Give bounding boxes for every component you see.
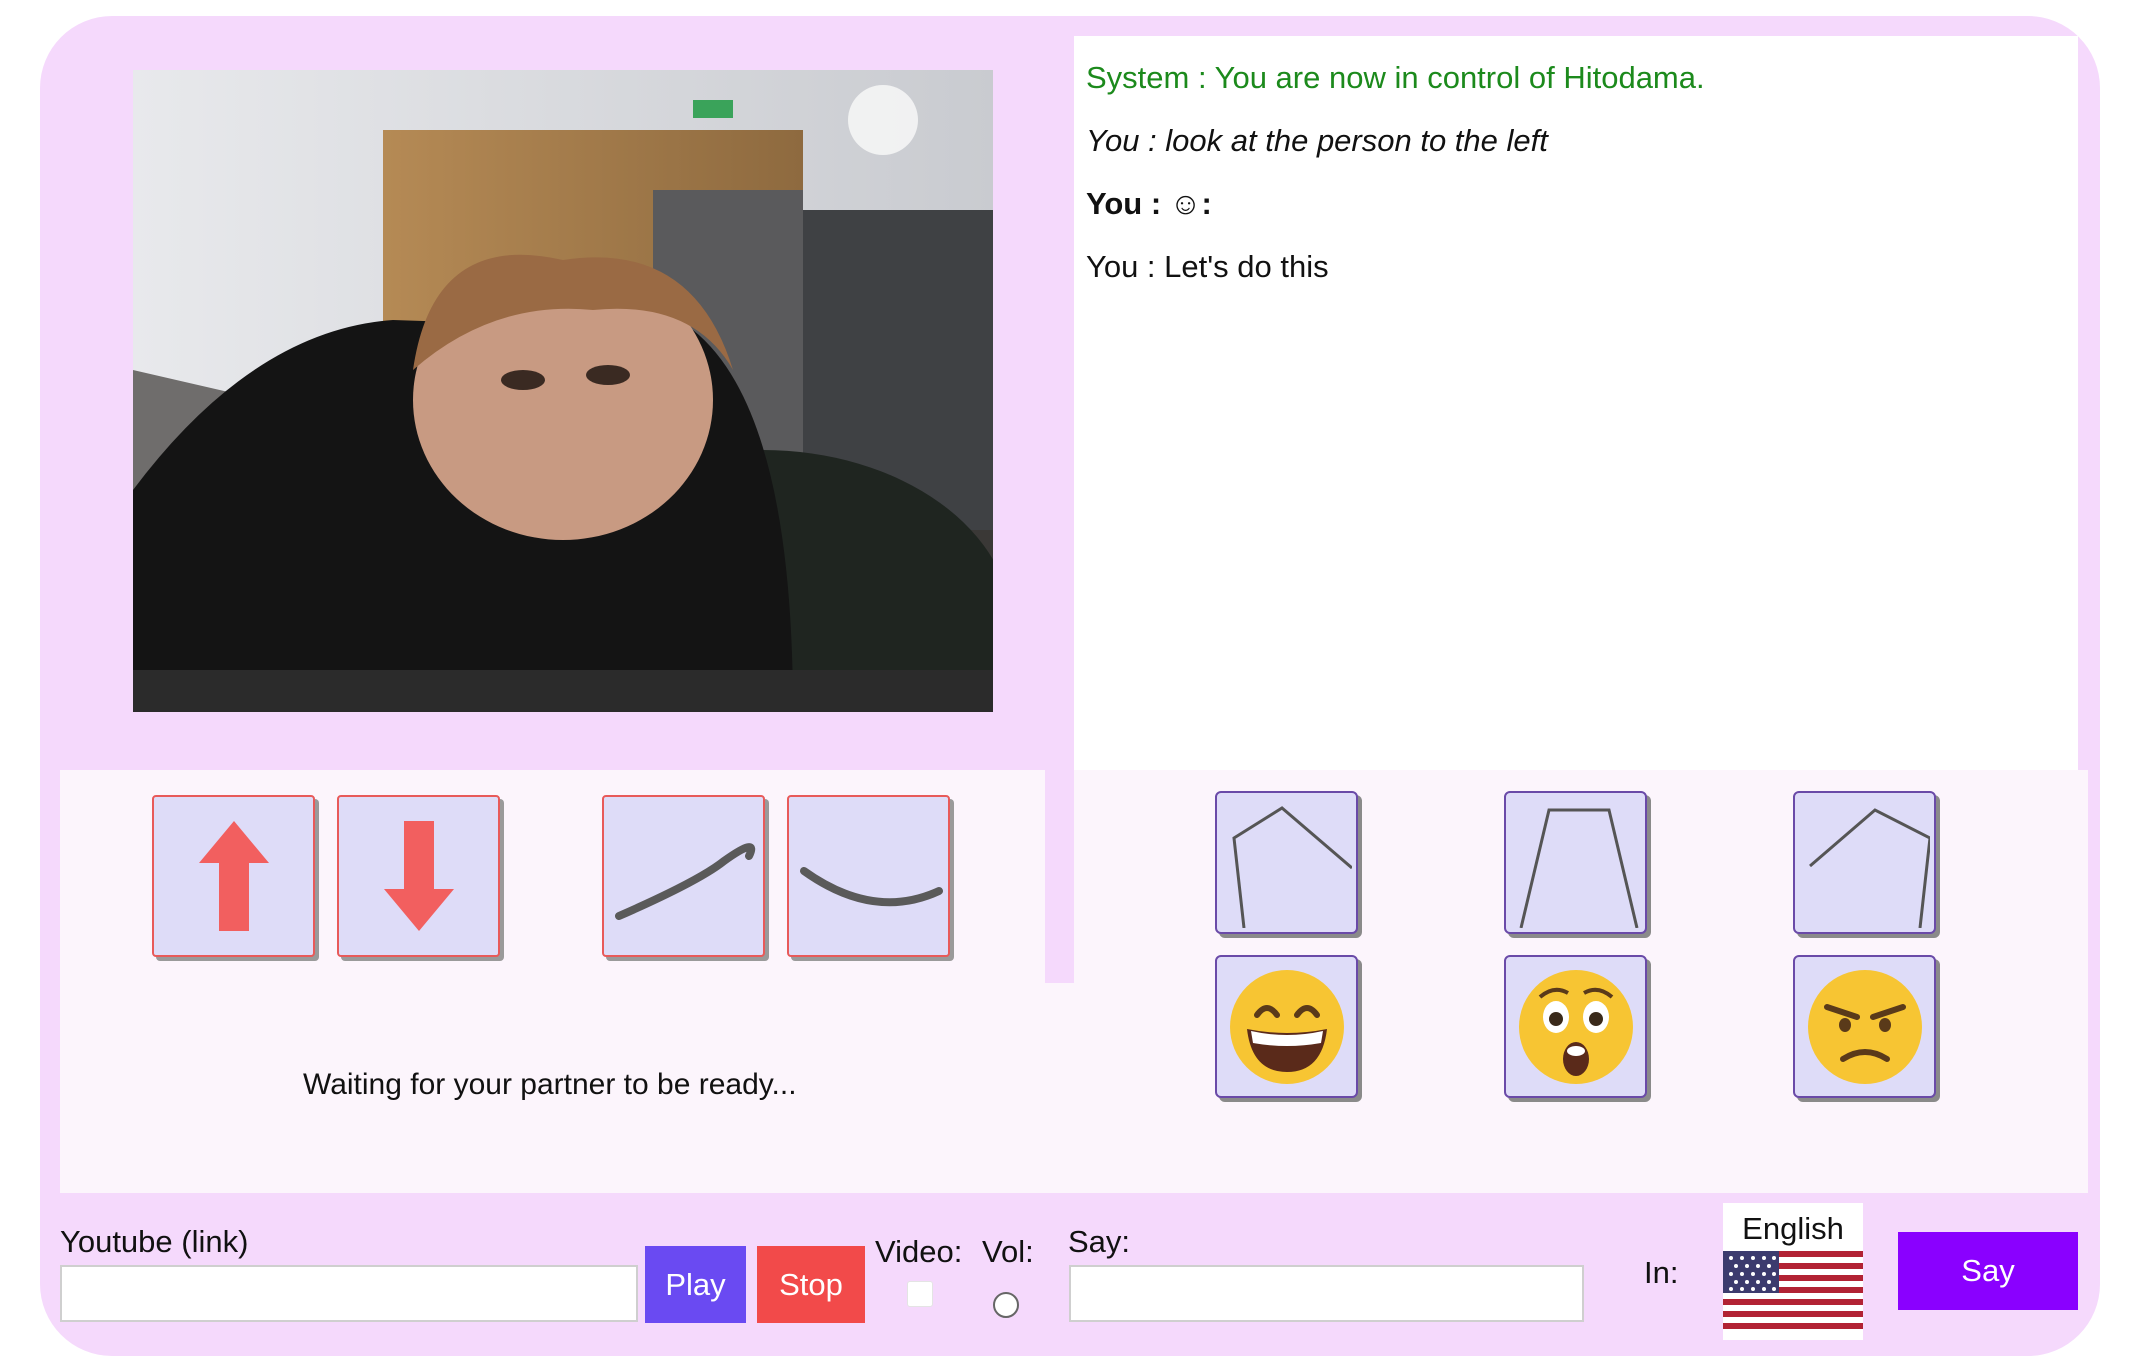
pose-center-button[interactable] <box>1504 791 1647 934</box>
chat-message: You : Let's do this <box>1086 249 1329 284</box>
youtube-link-input[interactable] <box>60 1265 638 1322</box>
youtube-label: Youtube (link) <box>60 1224 249 1259</box>
language-in-label: In: <box>1644 1255 1679 1290</box>
down-arrow-icon <box>383 821 454 931</box>
curve-up-icon <box>614 843 755 920</box>
tilt-down-button[interactable] <box>337 795 500 957</box>
us-flag-icon <box>1723 1251 1863 1329</box>
smile-button[interactable] <box>1215 955 1358 1098</box>
volume-radio[interactable] <box>993 1292 1019 1318</box>
angry-button[interactable] <box>1793 955 1936 1098</box>
pose-right-button[interactable] <box>1793 791 1936 934</box>
language-label: English <box>1742 1211 1844 1246</box>
say-input[interactable] <box>1069 1265 1584 1322</box>
say-label: Say: <box>1068 1224 1131 1259</box>
video-checkbox[interactable] <box>907 1281 933 1307</box>
grinning-face-icon <box>1229 969 1344 1084</box>
chat-message-system: System : You are now in control of Hitod… <box>1086 60 1705 95</box>
video-label: Video: <box>875 1234 963 1269</box>
turn-curve-up-button[interactable] <box>602 795 765 957</box>
camera-image <box>133 70 993 712</box>
stop-button[interactable]: Stop <box>757 1246 865 1323</box>
chat-message: You : ☺: <box>1086 186 1212 221</box>
say-button[interactable]: Say <box>1898 1232 2078 1310</box>
pose-left-icon <box>1231 805 1352 928</box>
chat-message: You : look at the person to the left <box>1086 123 1548 158</box>
pose-center-icon <box>1519 808 1638 928</box>
tilt-up-button[interactable] <box>152 795 315 957</box>
angry-face-icon <box>1807 969 1922 1084</box>
surprised-face-icon <box>1518 969 1633 1084</box>
language-selector[interactable]: English <box>1723 1203 1863 1340</box>
turn-curve-down-button[interactable] <box>787 795 950 957</box>
chat-log: System : You are now in control of Hitod… <box>1074 36 2078 770</box>
pose-left-button[interactable] <box>1215 791 1358 934</box>
curve-down-icon <box>799 867 943 907</box>
video-feed <box>133 70 993 712</box>
surprised-button[interactable] <box>1504 955 1647 1098</box>
waiting-status: Waiting for your partner to be ready... <box>303 1068 797 1101</box>
up-arrow-icon <box>198 821 269 931</box>
play-button[interactable]: Play <box>645 1246 746 1323</box>
volume-label: Vol: <box>982 1234 1034 1269</box>
pose-right-icon <box>1808 807 1930 928</box>
